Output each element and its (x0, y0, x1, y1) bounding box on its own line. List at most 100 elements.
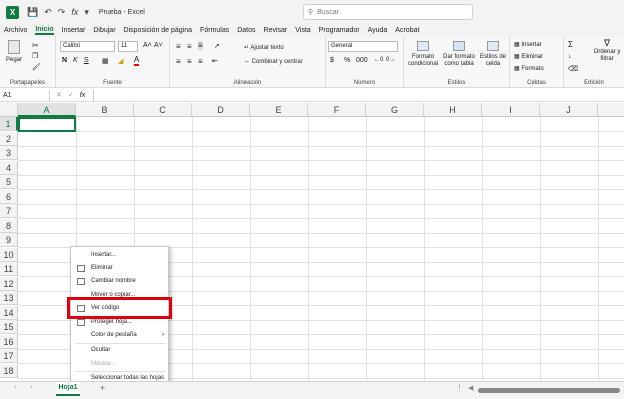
column-header[interactable]: D (192, 103, 250, 117)
row-header[interactable]: 17 (0, 349, 18, 363)
column-header[interactable]: H (424, 103, 482, 117)
row-header[interactable]: 15 (0, 320, 18, 334)
scroll-left-icon[interactable]: ◀ (468, 384, 473, 392)
wrap-text-button[interactable]: ↵ Ajustar texto (244, 44, 284, 51)
column-header[interactable]: B (76, 103, 134, 117)
row-header[interactable]: 16 (0, 334, 18, 349)
bold-button[interactable]: N (62, 57, 67, 64)
merge-center-button[interactable]: ⇔ Combinar y centrar (244, 59, 303, 65)
menu-item-cambiar-nombre[interactable]: Cambiar nombre (71, 275, 170, 288)
italic-button[interactable]: K (73, 57, 78, 64)
column-header[interactable]: J (540, 103, 598, 117)
select-all-corner[interactable] (0, 103, 18, 117)
shrink-font-icon[interactable]: A˅ (154, 42, 163, 49)
row-header[interactable]: 4 (0, 160, 18, 175)
comma-icon[interactable]: 000 (356, 57, 368, 64)
currency-icon[interactable]: $ (330, 57, 334, 64)
paste-button[interactable]: Pegar (4, 40, 24, 64)
align-top-icon[interactable]: ≡ (176, 42, 181, 51)
row-header[interactable]: 5 (0, 175, 18, 189)
delete-cells-button[interactable]: ▦ Eliminar (514, 53, 543, 60)
column-header[interactable]: K (598, 103, 624, 117)
decrease-decimal-icon[interactable]: 0→ (386, 57, 395, 63)
selected-cell-a1[interactable] (18, 117, 76, 132)
menu-item-ocultar[interactable]: Ocultar (71, 344, 170, 357)
cut-icon[interactable]: ✂ (32, 41, 39, 50)
confirm-icon[interactable]: ✓ (68, 91, 74, 99)
insert-function-button[interactable]: fx (80, 92, 85, 99)
tab-formulas[interactable]: Fórmulas (200, 27, 229, 34)
search-box[interactable]: ⚲ Buscar (303, 4, 473, 20)
borders-icon[interactable]: ▦ (102, 57, 109, 65)
prev-sheet-icon[interactable]: ‹ (14, 384, 16, 391)
format-painter-icon[interactable]: 🖌 (32, 63, 41, 71)
undo-icon[interactable]: ↶ (44, 7, 52, 18)
horizontal-scrollbar[interactable] (478, 388, 620, 393)
tab-datos[interactable]: Datos (237, 27, 255, 34)
sheet-tab-hoja1[interactable]: Hoja1 (56, 382, 80, 396)
tab-acrobat[interactable]: Acrobat (395, 27, 419, 34)
align-left-icon[interactable]: ≡ (176, 57, 181, 66)
sort-filter-button[interactable]: ∇ Ordenar y filtrar (590, 39, 624, 63)
font-size-select[interactable]: 11 (118, 41, 138, 52)
column-header[interactable]: F (308, 103, 366, 117)
row-header[interactable]: 12 (0, 276, 18, 291)
insert-cells-button[interactable]: ▦ Insertar (514, 41, 542, 48)
align-right-icon[interactable]: ≡ (198, 57, 203, 66)
format-as-table-button[interactable]: Dar formato como tabla (442, 41, 476, 68)
row-header[interactable]: 1 (0, 117, 18, 131)
save-icon[interactable]: 💾 (27, 7, 38, 18)
row-header[interactable]: 13 (0, 291, 18, 305)
row-header[interactable]: 3 (0, 146, 18, 160)
underline-button[interactable]: S (84, 57, 89, 64)
menu-item-insertar[interactable]: Insertar... (71, 249, 170, 262)
tab-programador[interactable]: Programador (319, 27, 360, 34)
row-header[interactable]: 9 (0, 233, 18, 247)
tab-archivo[interactable]: Archivo (4, 27, 27, 34)
add-sheet-button[interactable]: + (100, 383, 105, 393)
increase-decimal-icon[interactable]: ←0 (374, 57, 383, 63)
tab-vista[interactable]: Vista (295, 27, 310, 34)
align-center-icon[interactable]: ≡ (187, 57, 192, 66)
font-name-select[interactable]: Calibri (60, 41, 115, 52)
name-box[interactable]: A1 (0, 89, 50, 101)
fx-icon[interactable]: fx (71, 7, 78, 17)
format-cells-button[interactable]: ▦ Formato (514, 65, 544, 72)
tab-revisar[interactable]: Revisar (264, 27, 288, 34)
align-middle-icon[interactable]: ≡ (187, 42, 192, 51)
percent-icon[interactable]: % (344, 57, 350, 64)
tab-disposicion[interactable]: Disposición de página (124, 27, 193, 34)
orientation-icon[interactable]: ➚ (214, 42, 220, 50)
fill-icon[interactable]: ↓ (568, 53, 572, 60)
formula-input[interactable] (93, 89, 624, 101)
tab-dibujar[interactable]: Dibujar (93, 27, 115, 34)
row-header[interactable]: 8 (0, 218, 18, 233)
column-header[interactable]: G (366, 103, 424, 117)
row-header[interactable]: 11 (0, 262, 18, 276)
redo-icon[interactable]: ↷ (58, 7, 66, 18)
cancel-icon[interactable]: ✕ (56, 91, 62, 99)
row-header[interactable]: 10 (0, 247, 18, 262)
row-header[interactable]: 2 (0, 131, 18, 146)
scroll-options-icon[interactable]: ⋮ (456, 384, 463, 392)
clear-icon[interactable]: ⌫ (568, 65, 578, 73)
column-header[interactable]: A (18, 103, 76, 117)
autosum-icon[interactable]: Σ (568, 40, 573, 49)
number-format-select[interactable]: General (328, 41, 398, 52)
fill-color-icon[interactable]: ◢ (118, 57, 123, 65)
cell-styles-button[interactable]: Estilos de celda (477, 41, 509, 68)
copy-icon[interactable]: ❐ (32, 52, 38, 60)
tab-ayuda[interactable]: Ayuda (368, 27, 388, 34)
indent-icon[interactable]: ⇤ (212, 57, 218, 65)
menu-item-eliminar[interactable]: Eliminar (71, 262, 170, 275)
row-header[interactable]: 6 (0, 189, 18, 204)
grow-font-icon[interactable]: A˄ (143, 42, 152, 49)
row-header[interactable]: 14 (0, 305, 18, 320)
column-header[interactable]: I (482, 103, 540, 117)
tab-insertar[interactable]: Insertar (62, 27, 86, 34)
next-sheet-icon[interactable]: › (30, 384, 32, 391)
row-header[interactable]: 7 (0, 204, 18, 218)
column-header[interactable]: E (250, 103, 308, 117)
dropdown-icon[interactable]: ▾ (84, 7, 89, 18)
row-header[interactable]: 18 (0, 363, 18, 378)
